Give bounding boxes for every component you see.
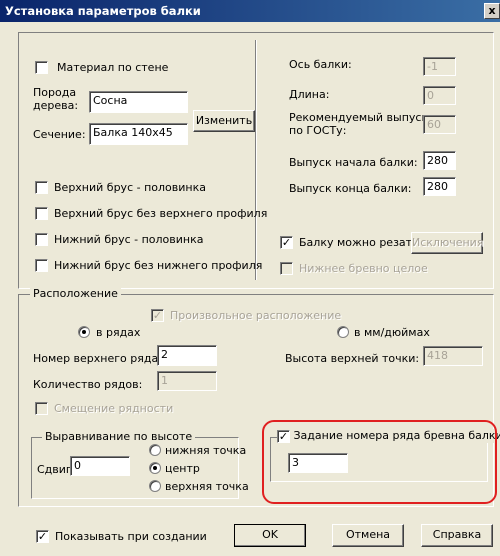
axis-field: -1 xyxy=(423,57,456,76)
top-point-field: 418 xyxy=(423,346,483,366)
arbitrary-checkbox[interactable]: ✓ xyxy=(151,309,164,322)
in-mm-label: в мм/дюймах xyxy=(354,326,430,339)
check-top-half[interactable] xyxy=(35,181,48,194)
axis-label: Ось балки: xyxy=(289,58,352,71)
rows-count-field: 1 xyxy=(157,371,217,391)
rec-label-line2: по ГОСТу: xyxy=(289,124,347,137)
rec-label-line1: Рекомендуемый выпуск xyxy=(289,111,429,124)
offset-checkbox[interactable] xyxy=(35,402,48,415)
can-cut-checkbox[interactable]: ✓ xyxy=(280,236,293,249)
ok-button[interactable]: OK xyxy=(234,524,306,547)
check-top-half-label: Верхний брус - половинка xyxy=(54,181,206,194)
rec-field: 60 xyxy=(423,115,456,134)
placement-title: Расположение xyxy=(30,287,121,300)
section-field[interactable]: Балка 140х45 xyxy=(89,123,188,145)
title-bar: Установка параметров балки x xyxy=(0,0,500,22)
exceptions-button[interactable]: Исключения xyxy=(411,232,483,254)
poroda-label-line2: дерева: xyxy=(33,99,79,112)
check-bottom-half[interactable] xyxy=(35,233,48,246)
align-center-label: центр xyxy=(165,462,200,475)
offset-label: Смещение рядности xyxy=(54,402,174,415)
end-field[interactable]: 280 xyxy=(423,177,456,196)
in-mm-radio[interactable] xyxy=(337,326,349,338)
can-cut-label: Балку можно резать xyxy=(299,236,419,249)
material-label: Материал по стене xyxy=(57,61,169,74)
align-title: Выравнивание по высоте xyxy=(42,430,196,443)
bottom-whole-label: Нижнее бревно целое xyxy=(299,262,428,275)
poroda-field[interactable]: Сосна xyxy=(89,91,188,113)
check-bottom-no-profile[interactable] xyxy=(35,259,48,272)
check-top-no-profile-label: Верхний брус без верхнего профиля xyxy=(54,207,268,220)
show-on-create-label: Показывать при создании xyxy=(55,530,207,543)
top-point-label: Высота верхней точки: xyxy=(285,352,420,365)
highlight-annotation xyxy=(262,420,497,504)
arbitrary-label: Произвольное расположение xyxy=(170,309,342,322)
start-label: Выпуск начала балки: xyxy=(289,156,418,169)
in-rows-radio[interactable] xyxy=(78,326,90,338)
align-bottom-label: нижняя точка xyxy=(165,444,247,457)
in-rows-label: в рядах xyxy=(96,326,141,339)
window-title: Установка параметров балки xyxy=(5,4,201,18)
cancel-button[interactable]: Отмена xyxy=(332,524,404,547)
length-label: Длина: xyxy=(289,88,330,101)
bottom-whole-checkbox[interactable] xyxy=(280,262,293,275)
top-row-field[interactable]: 2 xyxy=(157,345,217,366)
check-bottom-half-label: Нижний брус - половинка xyxy=(54,233,204,246)
align-center-radio[interactable] xyxy=(149,462,161,474)
show-on-create-checkbox[interactable]: ✓ xyxy=(36,530,49,543)
material-checkbox[interactable] xyxy=(35,61,48,74)
align-top-radio[interactable] xyxy=(149,480,161,492)
end-label: Выпуск конца балки: xyxy=(289,182,412,195)
section-label: Сечение: xyxy=(33,128,86,141)
help-button[interactable]: Справка xyxy=(421,524,493,547)
align-top-label: верхняя точка xyxy=(165,480,249,493)
top-row-label: Номер верхнего ряда: xyxy=(33,352,162,365)
check-top-no-profile[interactable] xyxy=(35,207,48,220)
start-field[interactable]: 280 xyxy=(423,151,456,170)
check-bottom-no-profile-label: Нижний брус без нижнего профиля xyxy=(54,259,263,272)
align-bottom-radio[interactable] xyxy=(149,444,161,456)
shift-field[interactable]: 0 xyxy=(70,456,130,476)
change-button[interactable]: Изменить xyxy=(193,110,255,132)
rows-count-label: Количество рядов: xyxy=(33,378,143,391)
poroda-label-line1: Порода xyxy=(33,86,77,99)
length-field: 0 xyxy=(423,86,456,105)
close-button[interactable]: x xyxy=(484,3,500,19)
vertical-separator xyxy=(255,40,257,280)
